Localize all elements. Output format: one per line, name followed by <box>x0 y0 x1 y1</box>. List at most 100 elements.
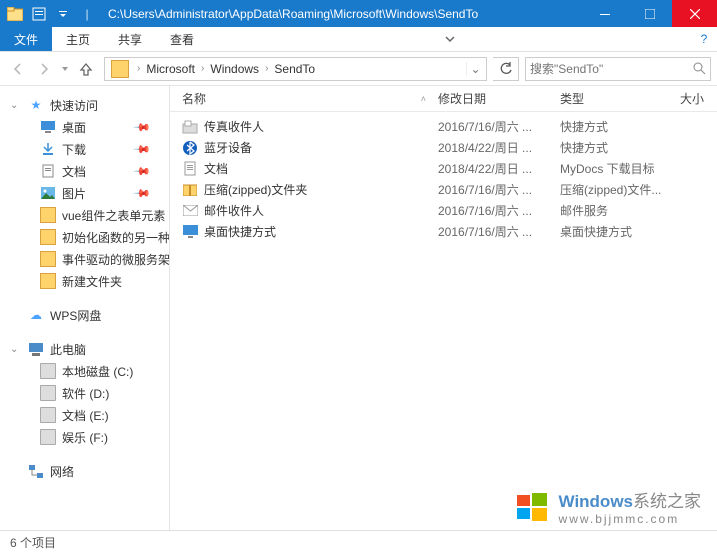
bluetooth-icon <box>182 140 198 156</box>
sidebar-wps[interactable]: ☁ WPS网盘 <box>0 304 169 326</box>
file-name: 传真收件人 <box>204 118 264 135</box>
doc-icon <box>182 161 198 177</box>
doc-icon <box>40 163 56 179</box>
pin-icon: 📌 <box>133 162 152 181</box>
file-type: 邮件服务 <box>554 202 674 219</box>
collapse-icon[interactable]: ⌄ <box>10 100 18 111</box>
crumb-microsoft[interactable]: Microsoft <box>144 62 197 76</box>
properties-icon[interactable] <box>28 3 50 25</box>
qat-dropdown-icon[interactable] <box>52 3 74 25</box>
pin-icon: 📌 <box>133 118 152 137</box>
sidebar-drive-d[interactable]: 软件 (D:) <box>0 382 169 404</box>
sidebar-network[interactable]: 网络 <box>0 460 169 482</box>
search-icon[interactable] <box>693 62 706 75</box>
file-list-area: 名称˄ 修改日期 类型 大小 传真收件人 2016/7/16/周六 ... 快捷… <box>170 86 717 530</box>
download-icon <box>40 141 56 157</box>
list-item[interactable]: 文档 2018/4/22/周日 ... MyDocs 下载目标 <box>170 158 717 179</box>
file-date: 2016/7/16/周六 ... <box>432 118 554 135</box>
list-item[interactable]: 邮件收件人 2016/7/16/周六 ... 邮件服务 <box>170 200 717 221</box>
folder-icon <box>40 273 56 289</box>
expand-ribbon-icon[interactable] <box>435 27 465 51</box>
window-title: C:\Users\Administrator\AppData\Roaming\M… <box>102 7 582 21</box>
sidebar-item-label: 文档 <box>62 163 86 180</box>
folder-icon <box>40 207 56 223</box>
column-date[interactable]: 修改日期 <box>432 86 554 111</box>
address-bar[interactable]: › Microsoft › Windows › SendTo ⌄ <box>104 57 487 81</box>
qat-separator: | <box>76 3 98 25</box>
file-date: 2016/7/16/周六 ... <box>432 223 554 240</box>
pc-icon <box>28 341 44 357</box>
file-date: 2018/4/22/周日 ... <box>432 160 554 177</box>
title-bar: | C:\Users\Administrator\AppData\Roaming… <box>0 0 717 27</box>
sidebar-item-recent[interactable]: 初始化函数的另一种 <box>0 226 169 248</box>
file-type: 快捷方式 <box>554 139 674 156</box>
tab-share[interactable]: 共享 <box>104 27 156 51</box>
close-button[interactable] <box>672 0 717 27</box>
quick-access-toolbar: | <box>0 3 102 25</box>
sidebar-item-recent[interactable]: 事件驱动的微服务架 <box>0 248 169 270</box>
navigation-pane: ⌄ ★ 快速访问 桌面 📌 下载 📌 文档 📌 图片 📌 vue组件之表单元素 … <box>0 86 170 530</box>
body: ⌄ ★ 快速访问 桌面 📌 下载 📌 文档 📌 图片 📌 vue组件之表单元素 … <box>0 86 717 530</box>
file-name: 压缩(zipped)文件夹 <box>204 181 307 198</box>
file-date: 2016/7/16/周六 ... <box>432 181 554 198</box>
column-size[interactable]: 大小 <box>674 86 714 111</box>
fax-icon <box>182 119 198 135</box>
status-bar: 6 个项目 <box>0 530 717 554</box>
search-box[interactable] <box>525 57 711 81</box>
list-item[interactable]: 蓝牙设备 2018/4/22/周日 ... 快捷方式 <box>170 137 717 158</box>
explorer-icon[interactable] <box>4 3 26 25</box>
up-button[interactable] <box>74 57 98 81</box>
file-tab[interactable]: 文件 <box>0 27 52 51</box>
desktop-icon <box>40 119 56 135</box>
sidebar-item-desktop[interactable]: 桌面 📌 <box>0 116 169 138</box>
collapse-icon[interactable]: ⌄ <box>10 344 18 355</box>
sidebar-item-label: 本地磁盘 (C:) <box>62 363 133 380</box>
sidebar-item-recent[interactable]: 新建文件夹 <box>0 270 169 292</box>
back-button[interactable] <box>6 57 30 81</box>
watermark: Windows系统之家 www.bjjmmc.com <box>515 487 701 526</box>
list-item[interactable]: 压缩(zipped)文件夹 2016/7/16/周六 ... 压缩(zipped… <box>170 179 717 200</box>
help-icon[interactable]: ? <box>691 27 717 51</box>
folder-icon <box>111 60 129 78</box>
sidebar-this-pc[interactable]: ⌄ 此电脑 <box>0 338 169 360</box>
sidebar-drive-f[interactable]: 娱乐 (F:) <box>0 426 169 448</box>
sidebar-item-downloads[interactable]: 下载 📌 <box>0 138 169 160</box>
sidebar-drive-c[interactable]: 本地磁盘 (C:) <box>0 360 169 382</box>
forward-button[interactable] <box>32 57 56 81</box>
file-name: 邮件收件人 <box>204 202 264 219</box>
column-headers: 名称˄ 修改日期 类型 大小 <box>170 86 717 112</box>
history-dropdown-icon[interactable] <box>58 65 72 73</box>
sidebar-label: 此电脑 <box>50 341 86 358</box>
navigation-bar: › Microsoft › Windows › SendTo ⌄ <box>0 52 717 86</box>
column-name[interactable]: 名称˄ <box>176 86 432 111</box>
crumb-windows[interactable]: Windows <box>208 62 261 76</box>
disk-icon <box>40 385 56 401</box>
sidebar-item-label: 文档 (E:) <box>62 407 109 424</box>
sidebar-quick-access[interactable]: ⌄ ★ 快速访问 <box>0 94 169 116</box>
file-type: MyDocs 下载目标 <box>554 160 674 177</box>
sidebar-item-label: 事件驱动的微服务架 <box>62 251 170 268</box>
address-dropdown-icon[interactable]: ⌄ <box>466 62 484 76</box>
tab-home[interactable]: 主页 <box>52 27 104 51</box>
sidebar-item-label: 下载 <box>62 141 86 158</box>
file-type: 压缩(zipped)文件... <box>554 181 674 198</box>
tab-view[interactable]: 查看 <box>156 27 208 51</box>
sidebar-item-documents[interactable]: 文档 📌 <box>0 160 169 182</box>
sidebar-item-pictures[interactable]: 图片 📌 <box>0 182 169 204</box>
sidebar-label: 快速访问 <box>50 97 98 114</box>
sidebar-drive-e[interactable]: 文档 (E:) <box>0 404 169 426</box>
folder-icon <box>40 251 56 267</box>
search-input[interactable] <box>530 62 706 76</box>
pin-icon: 📌 <box>133 184 152 203</box>
crumb-sendto[interactable]: SendTo <box>272 62 317 76</box>
window-controls <box>582 0 717 27</box>
list-item[interactable]: 桌面快捷方式 2016/7/16/周六 ... 桌面快捷方式 <box>170 221 717 242</box>
sidebar-item-recent[interactable]: vue组件之表单元素 <box>0 204 169 226</box>
file-date: 2016/7/16/周六 ... <box>432 202 554 219</box>
column-type[interactable]: 类型 <box>554 86 674 111</box>
minimize-button[interactable] <box>582 0 627 27</box>
file-name: 文档 <box>204 160 228 177</box>
list-item[interactable]: 传真收件人 2016/7/16/周六 ... 快捷方式 <box>170 116 717 137</box>
refresh-button[interactable] <box>493 57 519 81</box>
maximize-button[interactable] <box>627 0 672 27</box>
